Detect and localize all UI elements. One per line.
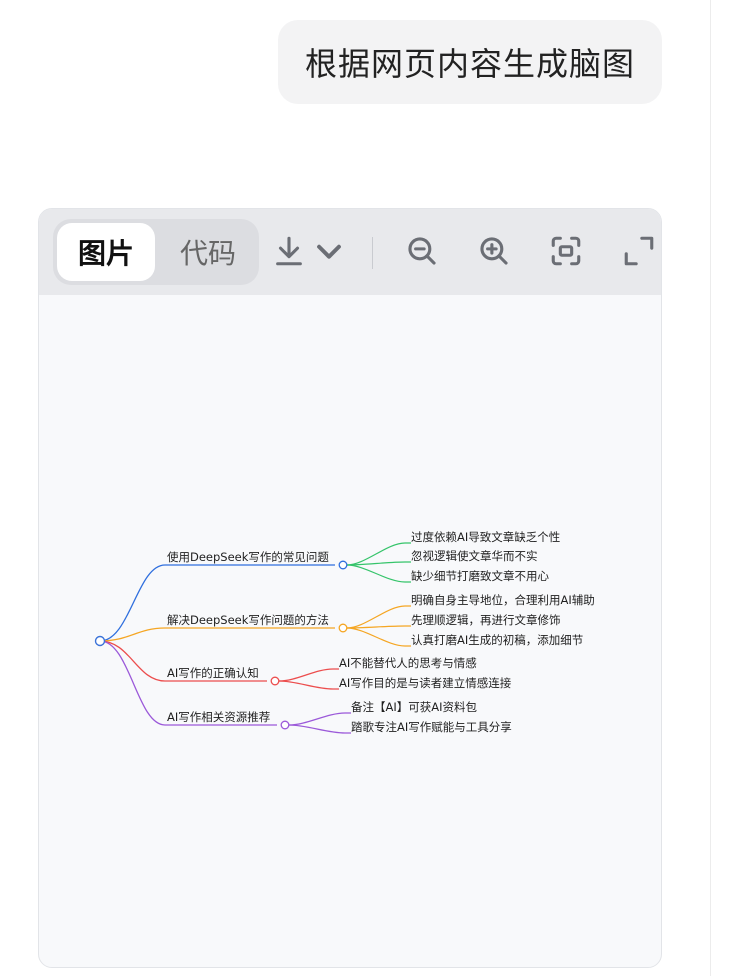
branch-label[interactable]: AI写作的正确认知 — [167, 666, 259, 680]
chevron-down-icon — [317, 244, 341, 259]
child-connector — [288, 724, 351, 734]
fit-screen-button[interactable] — [546, 231, 586, 271]
child-node-label[interactable]: AI写作目的是与读者建立情感连接 — [339, 676, 512, 690]
branch-connector — [99, 564, 335, 642]
zoom-in-icon — [480, 237, 508, 265]
viewer-toolbar: 图片 代码 — [39, 209, 661, 295]
branch-collapse-toggle[interactable] — [338, 623, 348, 633]
mindmap-viewer: 图片 代码 使用DeepSeek写作的常见问题 过度依赖AI导致文章缺乏个性 忽… — [38, 208, 662, 968]
mindmap-branch[interactable]: 解决DeepSeek写作问题的方法 明确自身主导地位，合理利用AI辅助先理顺逻辑，… — [99, 593, 595, 647]
download-button[interactable] — [269, 231, 309, 271]
toolbar-separator — [372, 237, 373, 269]
child-connector — [278, 668, 339, 682]
branch-connector — [99, 627, 335, 642]
child-connector — [278, 680, 339, 690]
mindmap-branch[interactable]: AI写作的正确认知 AI不能替代人的思考与情感 AI写作目的是与读者建立情感连接 — [99, 640, 512, 690]
view-mode-switch: 图片 代码 — [53, 219, 259, 285]
child-connector — [346, 627, 411, 647]
download-options-button[interactable] — [309, 231, 349, 271]
child-connector — [346, 605, 411, 629]
child-connector — [346, 564, 411, 583]
child-node-label[interactable]: 忽视逻辑使文章华而不实 — [411, 549, 538, 563]
branch-label[interactable]: 使用DeepSeek写作的常见问题 — [167, 550, 329, 564]
panel-divider — [710, 0, 711, 976]
branch-label[interactable]: 解决DeepSeek写作问题的方法 — [167, 613, 329, 627]
child-node-label[interactable]: 先理顺逻辑，再进行文章修饰 — [411, 613, 561, 627]
mindmap-svg: 使用DeepSeek写作的常见问题 过度依赖AI导致文章缺乏个性忽视逻辑使文章华而… — [94, 530, 595, 734]
user-message-text: 根据网页内容生成脑图 — [304, 45, 635, 83]
child-node-label[interactable]: 踏歌专注AI写作赋能与工具分享 — [351, 720, 512, 734]
mindmap-canvas[interactable]: 使用DeepSeek写作的常见问题 过度依赖AI导致文章缺乏个性 忽视逻辑使文章华而… — [39, 295, 661, 967]
child-connector — [288, 712, 351, 726]
child-node-label[interactable]: 认真打磨AI生成的初稿，添加细节 — [411, 633, 583, 647]
branch-collapse-toggle[interactable] — [280, 720, 290, 730]
download-icon — [276, 236, 302, 266]
child-node-label[interactable]: AI不能替代人的思考与情感 — [339, 656, 477, 670]
branch-collapse-toggle[interactable] — [338, 560, 348, 570]
child-node-label[interactable]: 明确自身主导地位，合理利用AI辅助 — [411, 593, 595, 607]
child-node-label[interactable]: 过度依赖AI导致文章缺乏个性 — [411, 530, 560, 544]
child-node-label[interactable]: 缺少细节打磨致文章不用心 — [411, 569, 549, 583]
fullscreen-icon — [624, 236, 654, 266]
branch-collapse-toggle[interactable] — [270, 676, 280, 686]
tab-image[interactable]: 图片 — [57, 223, 155, 281]
zoom-in-button[interactable] — [474, 231, 514, 271]
fit-screen-icon — [551, 236, 581, 266]
mindmap-root-node[interactable] — [94, 635, 106, 647]
branch-label[interactable]: AI写作相关资源推荐 — [167, 710, 270, 724]
zoom-out-button[interactable] — [402, 231, 442, 271]
child-node-label[interactable]: 备注【AI】可获AI资料包 — [351, 700, 478, 714]
zoom-out-icon — [408, 237, 436, 265]
fullscreen-button[interactable] — [619, 231, 659, 271]
tab-code[interactable]: 代码 — [163, 223, 253, 281]
user-message-bubble: 根据网页内容生成脑图 — [278, 20, 662, 104]
